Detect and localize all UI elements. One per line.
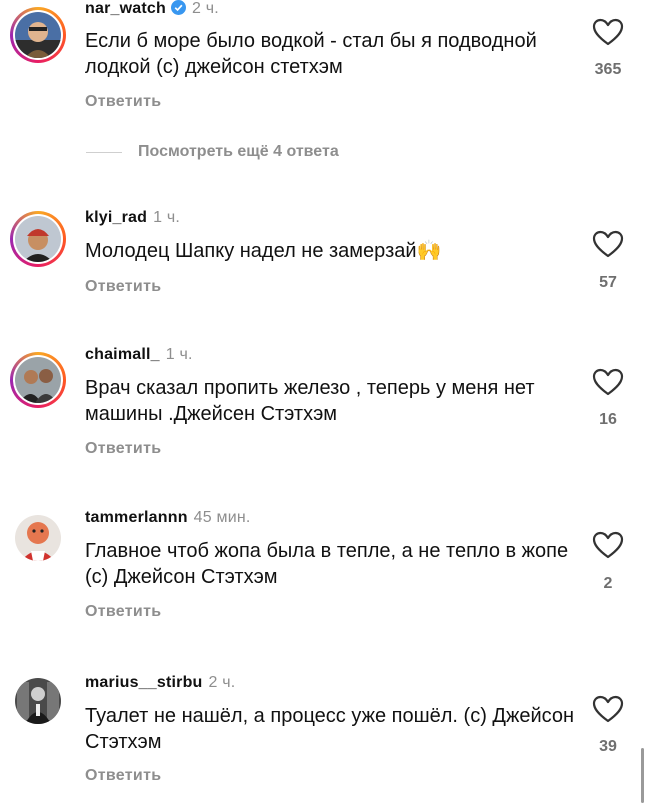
avatar-story-ring[interactable] [10,7,66,63]
comment-text: Если б море было водкой - стал бы я подв… [85,30,537,78]
verified-badge-icon [170,0,186,15]
avatar-story-ring[interactable] [10,673,66,729]
reply-button[interactable]: Ответить [85,767,161,785]
like-count: 57 [599,274,617,291]
avatar-story-ring[interactable] [10,352,66,408]
comment-text: Врач сказал пропить железо , теперь у ме… [85,377,535,425]
like-count: 2 [603,575,613,592]
username[interactable]: klyi_rad [85,209,147,226]
comment-text: Туалет не нашёл, а процесс уже пошёл. (с… [85,705,575,753]
avatar [15,12,61,58]
avatar [15,515,61,561]
heart-icon[interactable] [591,694,625,724]
avatar [15,678,61,724]
heart-icon[interactable] [591,530,625,560]
reply-button[interactable]: Ответить [85,93,161,111]
view-more-label: Посмотреть ещё 4 ответа [138,143,339,160]
like-count: 39 [599,738,617,755]
heart-icon[interactable] [591,17,625,47]
username[interactable]: marius__stirbu [85,674,203,691]
view-more-replies[interactable]: Посмотреть ещё 4 ответа [86,143,339,161]
like-count: 16 [599,411,617,428]
reply-button[interactable]: Ответить [85,440,161,458]
username[interactable]: tammerlannn [85,509,188,526]
avatar [15,357,61,403]
comment-text: Молодец Шапку надел не замерзай🙌 [85,240,442,262]
avatar-story-ring[interactable] [10,211,66,267]
scrollbar[interactable] [641,748,644,803]
username[interactable]: chaimall_ [85,346,160,363]
timestamp: 1 ч. [153,209,181,226]
heart-icon[interactable] [591,367,625,397]
timestamp: 2 ч. [191,0,219,17]
divider-line [86,151,122,153]
avatar [15,216,61,262]
timestamp: 1 ч. [165,346,193,363]
like-count: 365 [594,61,622,78]
heart-icon[interactable] [591,229,625,259]
avatar-story-ring[interactable] [10,510,66,566]
reply-button[interactable]: Ответить [85,278,161,296]
reply-button[interactable]: Ответить [85,603,161,621]
timestamp: 2 ч. [208,674,236,691]
username[interactable]: nar_watch [85,0,166,17]
timestamp: 45 мин. [193,509,251,526]
comment-text: Главное чтоб жопа была в тепле, а не теп… [85,540,569,588]
